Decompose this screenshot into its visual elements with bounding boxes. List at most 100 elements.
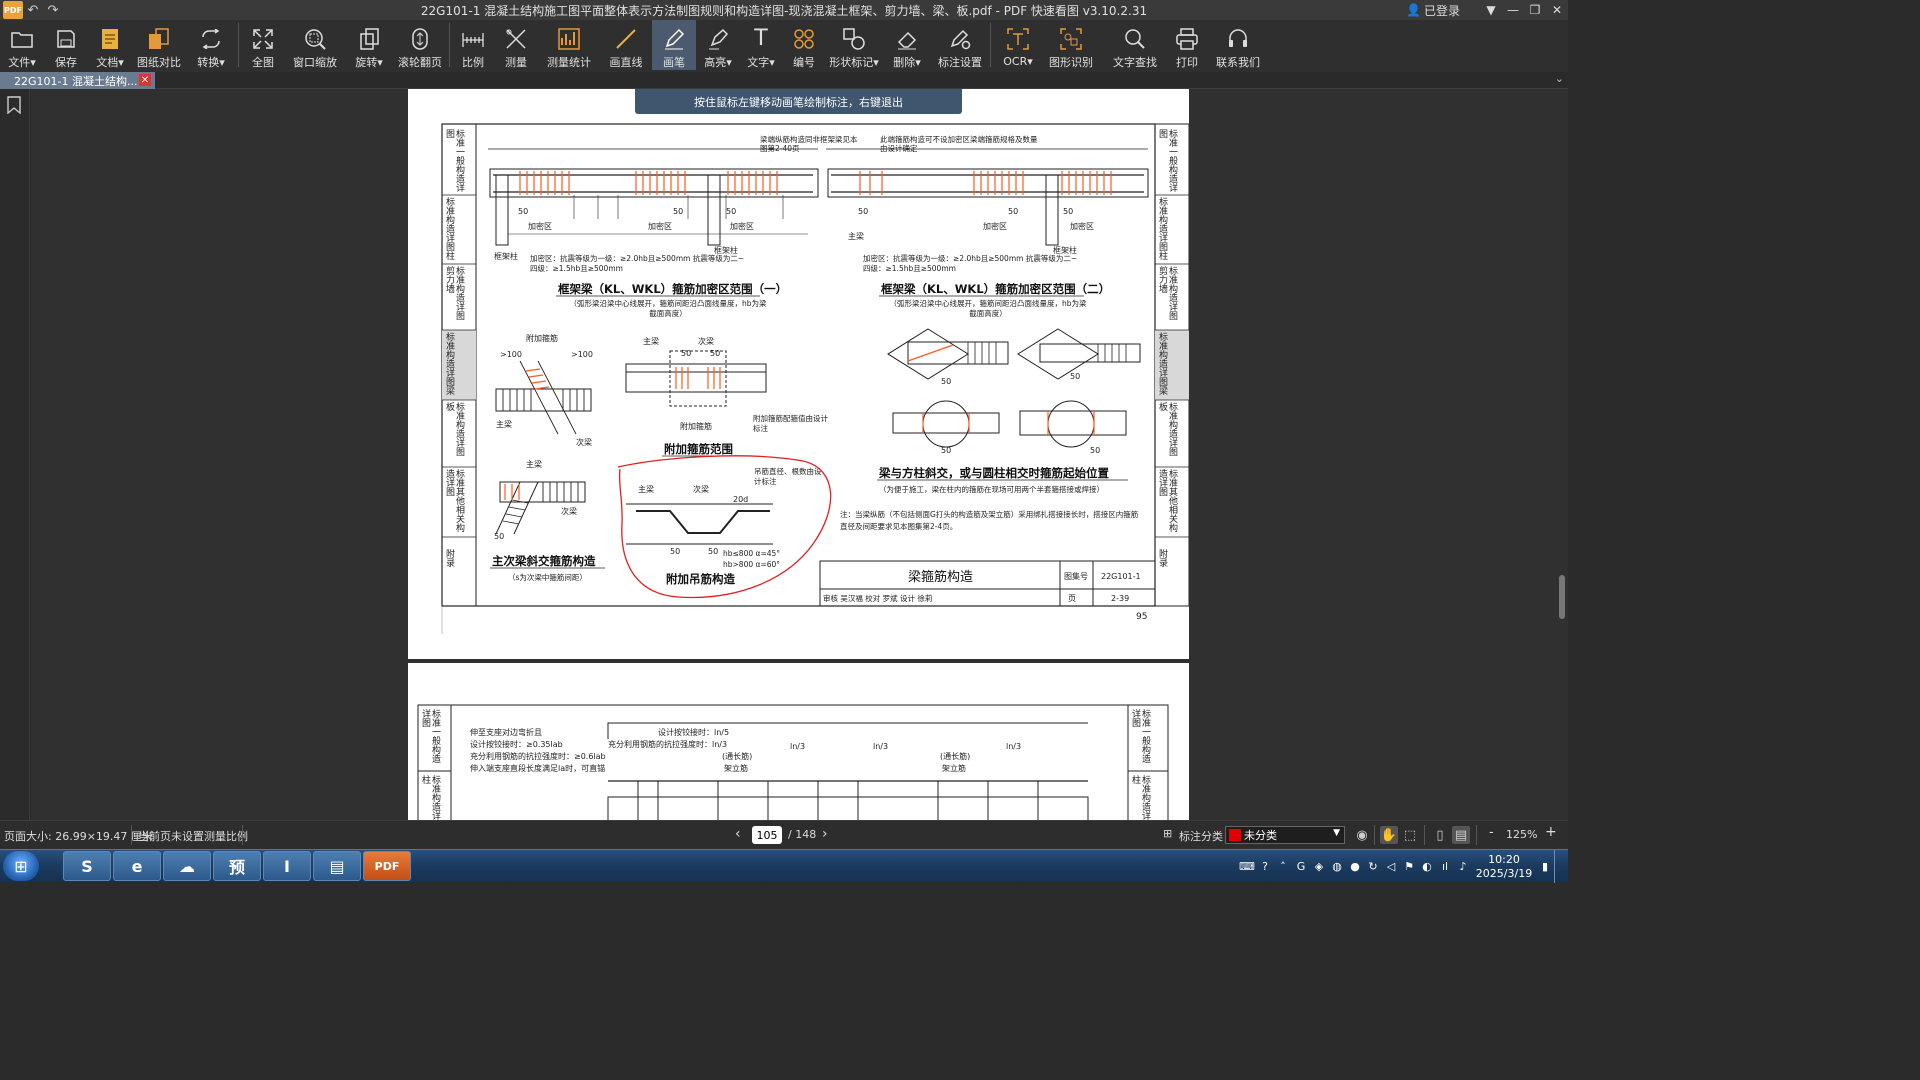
toolbar-print[interactable]: 打印 [1165, 20, 1209, 70]
menu-dropdown-icon[interactable]: ▼ [1480, 0, 1502, 20]
signal-icon[interactable]: ıl [1437, 859, 1453, 875]
side-tab-shear-wall[interactable]: 标准构造详图剪力墙 [444, 266, 464, 328]
select-tool-icon[interactable]: ⬚ [1401, 826, 1419, 844]
chat-icon[interactable]: ● [1347, 859, 1363, 875]
ie-browser-icon[interactable]: e [113, 851, 161, 881]
toolbar-pen[interactable]: 画笔 [652, 20, 696, 70]
side-tab-slab[interactable]: 标准构造详图板 [444, 402, 464, 464]
preview-app-icon[interactable]: 预 [213, 851, 261, 881]
toolbar-contact[interactable]: 联系我们 [1209, 20, 1267, 70]
toolbar-convert[interactable]: 转换▾ [186, 20, 236, 70]
eye-icon[interactable]: ◉ [1353, 826, 1371, 844]
category-select[interactable]: 未分类 ▼ [1225, 826, 1345, 844]
toolbar-highlight[interactable]: 高亮▾ [696, 20, 740, 70]
toolbar-file[interactable]: 文件▾ [0, 20, 44, 70]
toolbar-scale[interactable]: 比例 [452, 20, 494, 70]
help-icon[interactable]: ? [1257, 859, 1273, 875]
side-tab-column[interactable]: 标准构造详图柱 [1130, 775, 1150, 820]
toolbar-document[interactable]: 文档▾ [88, 20, 132, 70]
toolbar-measure-stats[interactable]: 测量统计 [538, 20, 600, 70]
side-tab-slab[interactable]: 标准构造详图板 [1157, 402, 1177, 464]
next-page-icon[interactable]: › [822, 826, 828, 842]
zoom-out-button[interactable]: - [1489, 825, 1494, 840]
toolbar-line[interactable]: 画直线 [600, 20, 652, 70]
toolbar-shape-mark[interactable]: 形状标记▾ [826, 20, 882, 70]
zoom-level[interactable]: 125% [1506, 828, 1537, 841]
toolbar-ocr[interactable]: OCR▾ [993, 20, 1043, 70]
keyboard-icon[interactable]: ⌨ [1239, 859, 1255, 875]
prev-page-icon[interactable]: ‹ [735, 826, 741, 842]
side-tab-beam[interactable]: 标准构造详图梁 [1157, 332, 1167, 396]
tray-expand-icon[interactable]: ˄ [1275, 859, 1291, 875]
toolbar-text[interactable]: T 文字▾ [740, 20, 782, 70]
restore-button[interactable]: ❐ [1524, 0, 1546, 20]
pdf-viewer-icon[interactable]: PDF [363, 851, 411, 881]
edge-browser-icon[interactable]: S [63, 851, 111, 881]
side-tab-beam[interactable]: 标准构造详图梁 [444, 332, 454, 396]
anchorage-note: 充分利用钢筋的抗拉强度时：≥0.6lab [470, 751, 606, 761]
toolbar-shape-recognition[interactable]: 图形识别 [1043, 20, 1099, 70]
toolbar-measure[interactable]: 测量 [494, 20, 538, 70]
text-app-icon[interactable]: I [263, 851, 311, 881]
continuous-page-icon[interactable]: ▤ [1452, 826, 1470, 844]
volume-mute-icon[interactable]: ◁ [1383, 859, 1399, 875]
side-tab-column[interactable]: 标准构造详图柱 [1157, 197, 1167, 261]
toolbar-save[interactable]: 保存 [44, 20, 88, 70]
speaker-icon[interactable]: ♪ [1455, 859, 1471, 875]
sync-icon[interactable]: ↻ [1365, 859, 1381, 875]
vertical-scrollbar[interactable] [1559, 575, 1565, 619]
cloud-app-icon[interactable]: ☁ [163, 851, 211, 881]
close-tab-icon[interactable]: ✕ [139, 74, 151, 86]
toolbar-compare[interactable]: 图纸对比 [132, 20, 186, 70]
side-tab-column[interactable]: 标准构造详图柱 [444, 197, 454, 261]
side-tab-general[interactable]: 标准一般构造详图 [420, 709, 440, 769]
heading-hanger-bar: 附加吊筋构造 [666, 572, 735, 586]
page-number-input[interactable]: 105 [752, 826, 782, 844]
undo-icon[interactable]: ↶ [23, 1, 43, 19]
google-icon[interactable]: G [1293, 859, 1309, 875]
hand-tool-icon[interactable]: ✋ [1380, 826, 1398, 844]
side-tab-appendix[interactable]: 附录 [1157, 549, 1167, 587]
clock[interactable]: 10:20 2025/3/19 [1472, 853, 1536, 881]
zoom-in-button[interactable]: + [1545, 824, 1557, 840]
toolbar-rotate[interactable]: 旋转▾ [345, 20, 393, 70]
chevron-down-icon[interactable]: ⌄ [1555, 72, 1564, 85]
minimize-button[interactable]: — [1502, 0, 1524, 20]
measure-scale-status[interactable]: 当前页未设置测量比例 [138, 828, 248, 844]
side-tab-general[interactable]: 标准一般构造详图 [1130, 709, 1150, 769]
network-app-icon[interactable]: ◍ [1329, 859, 1345, 875]
toolbar-scroll-page[interactable]: 滚轮翻页 [393, 20, 447, 70]
toolbar-annotation-settings[interactable]: 标注设置 [932, 20, 988, 70]
toolbar-zoom-window[interactable]: 窗口缩放 [285, 20, 345, 70]
side-tab-shear-wall[interactable]: 标准构造详图剪力墙 [1157, 266, 1177, 328]
toolbar-label: 文件 [8, 56, 31, 69]
notification-icon[interactable]: ▮ [1537, 859, 1553, 875]
toolbar-numbering[interactable]: 编号 [782, 20, 826, 70]
flag-icon[interactable]: ⚑ [1401, 859, 1417, 875]
side-tab-other[interactable]: 标准其他相关构造详图 [1157, 469, 1177, 533]
bookmark-icon[interactable] [7, 96, 21, 114]
document-viewport[interactable]: 标准一般构造详图 标准构造详图柱 标准构造详图剪力墙 标准构造详图梁 标准构造详… [31, 89, 1568, 820]
toolbar-label: 画笔 [663, 56, 685, 69]
side-tab-appendix[interactable]: 附录 [444, 549, 454, 587]
document-tab[interactable]: 22G101-1 混凝土结构... ✕ [0, 72, 155, 89]
redo-icon[interactable]: ↷ [43, 1, 63, 19]
close-button[interactable]: ✕ [1546, 0, 1568, 20]
start-button[interactable]: ⊞ [3, 851, 39, 881]
side-tab-general[interactable]: 标准一般构造详图 [444, 129, 464, 193]
dimension-label: 50 [708, 547, 718, 556]
side-tab-other[interactable]: 标准其他相关构造详图 [444, 469, 464, 533]
toolbar-delete[interactable]: 删除▾ [882, 20, 932, 70]
dimension-label: 50 [1090, 446, 1100, 455]
toolbar-fit-all[interactable]: 全图 [241, 20, 285, 70]
side-tab-general[interactable]: 标准一般构造详图 [1157, 129, 1177, 193]
single-page-icon[interactable]: ▯ [1431, 826, 1449, 844]
security-icon[interactable]: ◈ [1311, 859, 1327, 875]
toolbar-text-search[interactable]: 文字查找 [1105, 20, 1165, 70]
login-status[interactable]: 👤 已登录 [1406, 2, 1460, 19]
file-explorer-icon[interactable]: ▤ [313, 851, 361, 881]
show-desktop-button[interactable] [1554, 850, 1568, 883]
language-icon[interactable]: ◐ [1419, 859, 1435, 875]
side-tab-column[interactable]: 标准构造详图柱 [420, 775, 440, 820]
densify-zone-label: 加密区 [648, 221, 672, 231]
